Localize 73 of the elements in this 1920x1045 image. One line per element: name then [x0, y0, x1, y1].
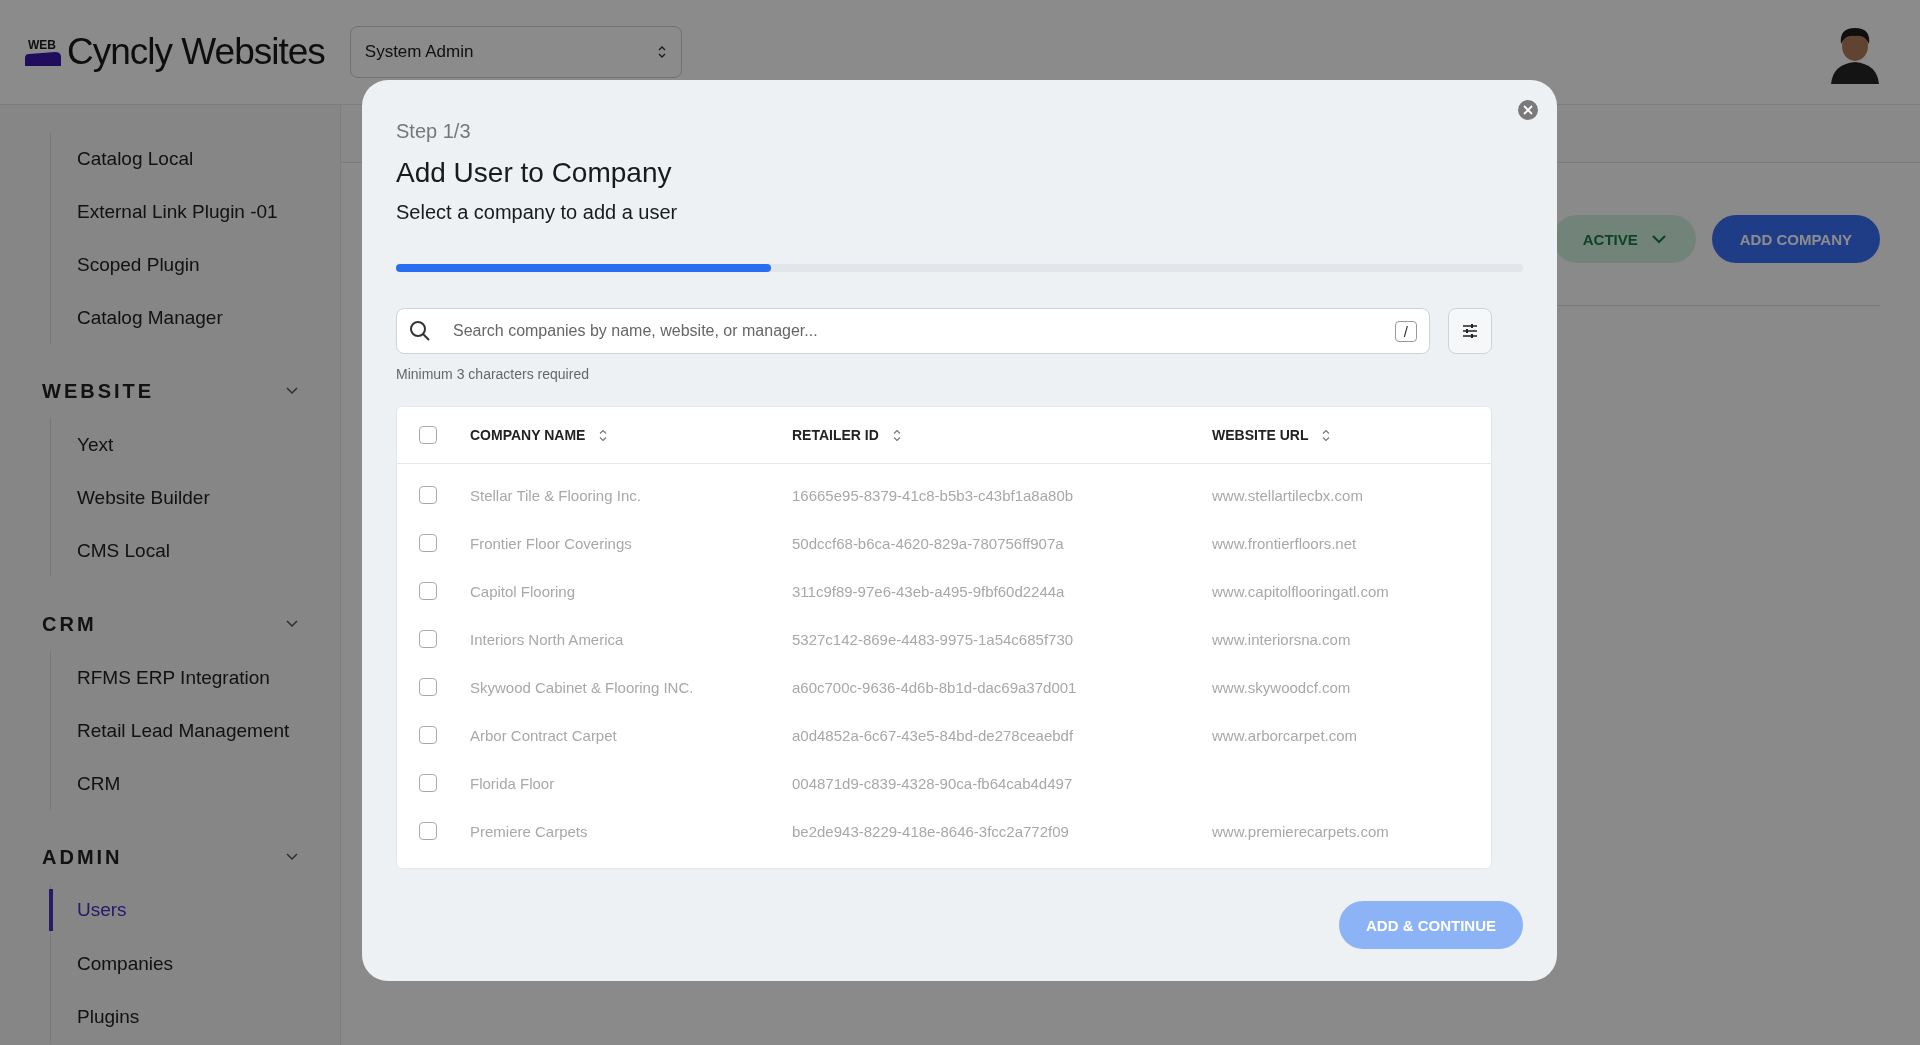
add-company-button[interactable]: ADD COMPANY — [1711, 215, 1880, 263]
sliders-icon — [1462, 323, 1478, 339]
table-cell: Premiere Carpets — [470, 822, 588, 840]
nav-item[interactable]: CRM — [49, 757, 298, 810]
nav-item[interactable]: Catalog Manager — [49, 291, 298, 344]
nav-item[interactable]: Website Builder — [49, 471, 298, 524]
column-header[interactable]: WEBSITE URL — [1212, 427, 1309, 443]
table-cell: Skywood Cabinet & Flooring INC. — [470, 678, 694, 696]
role-select[interactable]: System Admin — [349, 26, 682, 78]
select-all-checkbox[interactable] — [419, 426, 437, 444]
sort-icon[interactable] — [1322, 428, 1331, 442]
table-cell: Interiors North America — [470, 630, 624, 648]
nav-item[interactable]: External Link Plugin -01 — [49, 185, 298, 238]
table-cell: 16665e95-8379-41c8-b5b3-c43bf1a8a80b — [792, 486, 1074, 504]
table-cell: www.capitolflooringatl.com — [1212, 582, 1389, 600]
section-heading: CRM — [42, 612, 97, 636]
chevron-icon[interactable] — [286, 620, 298, 628]
filter-button[interactable] — [1448, 308, 1492, 354]
app-title: Cyncly Websites — [67, 31, 325, 73]
table-cell: www.interiorsna.com — [1212, 630, 1351, 648]
table-cell: Florida Floor — [470, 774, 555, 792]
step-label: Step 1/3 — [396, 120, 472, 143]
chevron-down-icon — [1651, 234, 1666, 244]
row-checkbox[interactable] — [419, 726, 437, 744]
row-checkbox[interactable] — [419, 486, 437, 504]
nav-item[interactable]: Retail Lead Management — [49, 704, 298, 757]
nav-item[interactable]: RFMS ERP Integration — [49, 651, 298, 704]
nav-item[interactable]: CMS Local — [49, 524, 298, 577]
table-cell: 311c9f89-97e6-43eb-a495-9fbf60d2244a — [792, 582, 1065, 600]
table-cell: www.premierecarpets.com — [1212, 822, 1389, 840]
column-header[interactable]: RETAILER ID — [792, 427, 879, 443]
shortcut-key: / — [1394, 320, 1417, 342]
hint-text: Minimum 3 characters required — [396, 366, 590, 382]
row-checkbox[interactable] — [419, 630, 437, 648]
table-cell: www.frontierfloors.net — [1212, 534, 1357, 552]
table-cell: Stellar Tile & Flooring Inc. — [470, 486, 641, 504]
table-cell: 5327c142-869e-4483-9975-1a54c685f730 — [792, 630, 1074, 648]
table-cell: Capitol Flooring — [470, 582, 576, 600]
row-checkbox[interactable] — [419, 822, 437, 840]
table-cell: Frontier Floor Coverings — [470, 534, 632, 552]
table-cell: Arbor Contract Carpet — [470, 726, 617, 744]
chevron-icon[interactable] — [286, 853, 298, 861]
table-cell: www.stellartilecbx.com — [1212, 486, 1363, 504]
search-box[interactable]: Search companies by name, website, or manager... / — [396, 308, 1430, 354]
up-down-caret-icon — [656, 45, 667, 59]
sort-icon[interactable] — [892, 428, 901, 442]
nav-item[interactable]: Companies — [49, 937, 298, 990]
chevron-icon[interactable] — [286, 387, 298, 395]
search-field[interactable]: Search companies by name, website, or manager... — [451, 321, 1375, 341]
close-icon[interactable] — [1518, 100, 1538, 120]
nav-item[interactable]: Catalog Local — [49, 132, 298, 185]
table-cell: a0d4852a-6c67-43e5-84bd-de278ceaebdf — [792, 726, 1074, 744]
nav-item[interactable]: Plugins — [49, 990, 298, 1043]
modal-title: Add User to Company — [396, 157, 673, 189]
table-cell: be2de943-8229-418e-8646-3fcc2a772f09 — [792, 822, 1069, 840]
section-heading: ADMIN — [42, 845, 123, 869]
table-cell: 50dccf68-b6ca-4620-829a-780756ff907a — [792, 534, 1064, 552]
nav-item[interactable]: Users — [49, 889, 298, 931]
table-cell: a60c700c-9636-4d6b-8b1d-dac69a37d001 — [792, 678, 1077, 696]
row-checkbox[interactable] — [419, 678, 437, 696]
column-header[interactable]: COMPANY NAME — [470, 427, 586, 443]
modal-subtitle: Select a company to add a user — [396, 201, 679, 224]
section-heading: WEBSITE — [42, 379, 155, 403]
nav-item[interactable]: Yext — [49, 418, 298, 471]
table-cell: 004871d9-c839-4328-90ca-fb64cab4d497 — [792, 774, 1073, 792]
table-cell: www.skywoodcf.com — [1212, 678, 1351, 696]
row-checkbox[interactable] — [419, 534, 437, 552]
table-cell: www.arborcarpet.com — [1212, 726, 1358, 744]
row-checkbox[interactable] — [419, 774, 437, 792]
sort-icon[interactable] — [599, 428, 608, 442]
search-icon — [409, 320, 431, 342]
row-checkbox[interactable] — [419, 582, 437, 600]
nav-item[interactable]: Scoped Plugin — [49, 238, 298, 291]
